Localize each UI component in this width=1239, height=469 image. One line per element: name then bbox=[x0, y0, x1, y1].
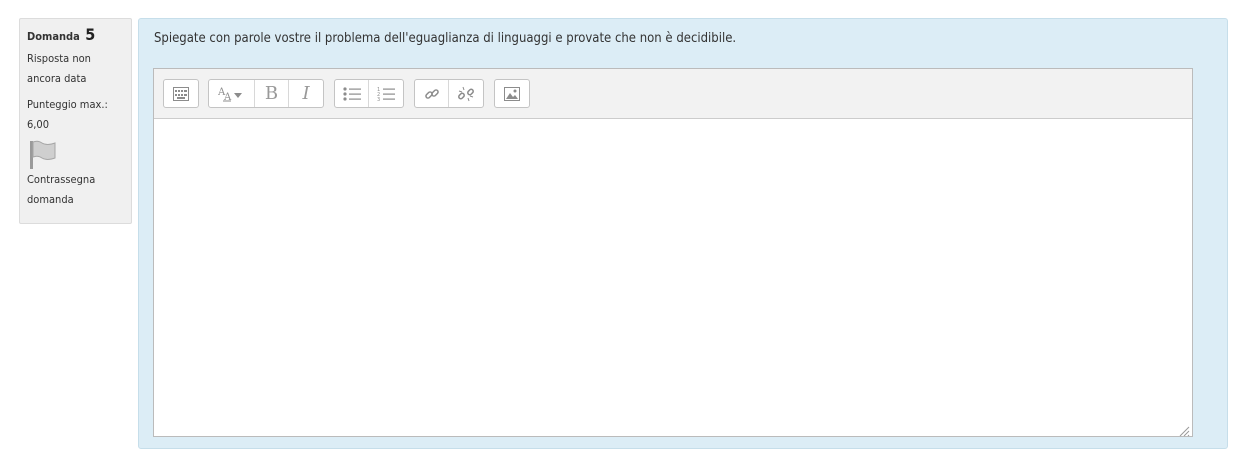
flag-icon[interactable] bbox=[27, 139, 59, 171]
answer-text-area[interactable] bbox=[154, 119, 1192, 436]
toolbar-group-text: A A B I bbox=[208, 79, 324, 108]
question-max-grade: Punteggio max.: 6,00 bbox=[27, 98, 108, 131]
unordered-list-icon[interactable] bbox=[335, 80, 369, 107]
question-text: Spiegate con parole vostre il problema d… bbox=[154, 31, 737, 46]
toolbar-group-lists: 1 2 3 bbox=[334, 79, 404, 108]
resize-handle-icon[interactable] bbox=[1178, 422, 1190, 437]
editor-toolbar: A A B I 1 2 3 bbox=[154, 69, 1192, 119]
insert-image-icon[interactable] bbox=[495, 80, 529, 107]
question-info-panel: Domanda 5 Risposta non ancora data Punte… bbox=[19, 18, 132, 224]
unlink-icon[interactable] bbox=[449, 80, 483, 107]
toolbar-group-links bbox=[414, 79, 484, 108]
toolbar-group-toggle bbox=[163, 79, 199, 108]
italic-icon[interactable]: I bbox=[289, 80, 323, 107]
question-number: Domanda 5 bbox=[27, 25, 124, 47]
question-number-value: 5 bbox=[85, 25, 96, 44]
question-content: Spiegate con parole vostre il problema d… bbox=[138, 18, 1228, 449]
question-state: Risposta non ancora data bbox=[27, 52, 91, 85]
toolbar-toggle-icon[interactable] bbox=[164, 80, 198, 107]
answer-editor: A A B I 1 2 3 bbox=[153, 68, 1193, 437]
toolbar-group-media bbox=[494, 79, 530, 108]
svg-text:3: 3 bbox=[377, 97, 380, 102]
bold-icon[interactable]: B bbox=[255, 80, 289, 107]
flag-question-label[interactable]: Contrassegna domanda bbox=[27, 170, 124, 210]
question-number-label: Domanda bbox=[27, 30, 80, 43]
link-icon[interactable] bbox=[415, 80, 449, 107]
ordered-list-icon[interactable]: 1 2 3 bbox=[369, 80, 403, 107]
font-style-dropdown-icon[interactable]: A A bbox=[209, 80, 255, 107]
